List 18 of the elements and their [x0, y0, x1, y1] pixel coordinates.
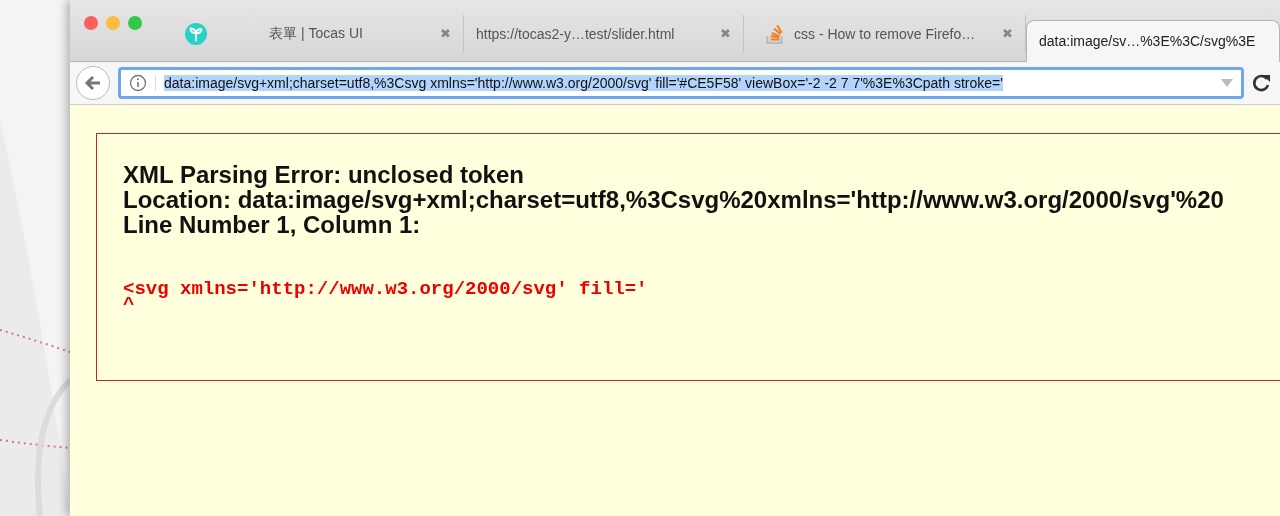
browser-tab[interactable]: 表單 | Tocas UI ✖ [160, 14, 464, 53]
error-message: Line Number 1, Column 1: [123, 212, 421, 237]
error-message: XML Parsing Error: unclosed token [123, 162, 525, 187]
error-message: Location: data:image/svg+xml;charset=utf8,%3Csvg%20xmlns='http://www.w3.org/2000/svg'%20 [123, 187, 1225, 212]
close-window-button[interactable] [84, 16, 98, 30]
back-button[interactable] [76, 66, 110, 100]
back-arrow-icon [83, 73, 103, 93]
minimize-window-button[interactable] [106, 16, 120, 30]
caret-marker: ^ [123, 297, 135, 313]
sprout-icon [185, 22, 207, 45]
stack-icon [764, 22, 786, 45]
zoom-window-button[interactable] [128, 16, 142, 30]
info-icon[interactable] [129, 74, 147, 92]
browser-tab[interactable]: https://tocas2-y…test/slider.html ✖ [464, 14, 744, 53]
browser-tab[interactable]: data:image/sv…%3E%3C/svg%3E [1026, 19, 1280, 62]
source-line: <svg xmlns='http://www.w3.org/2000/svg' fill=' [123, 281, 649, 297]
reload-icon[interactable] [1252, 73, 1272, 93]
dropdown-icon[interactable] [1221, 79, 1233, 87]
